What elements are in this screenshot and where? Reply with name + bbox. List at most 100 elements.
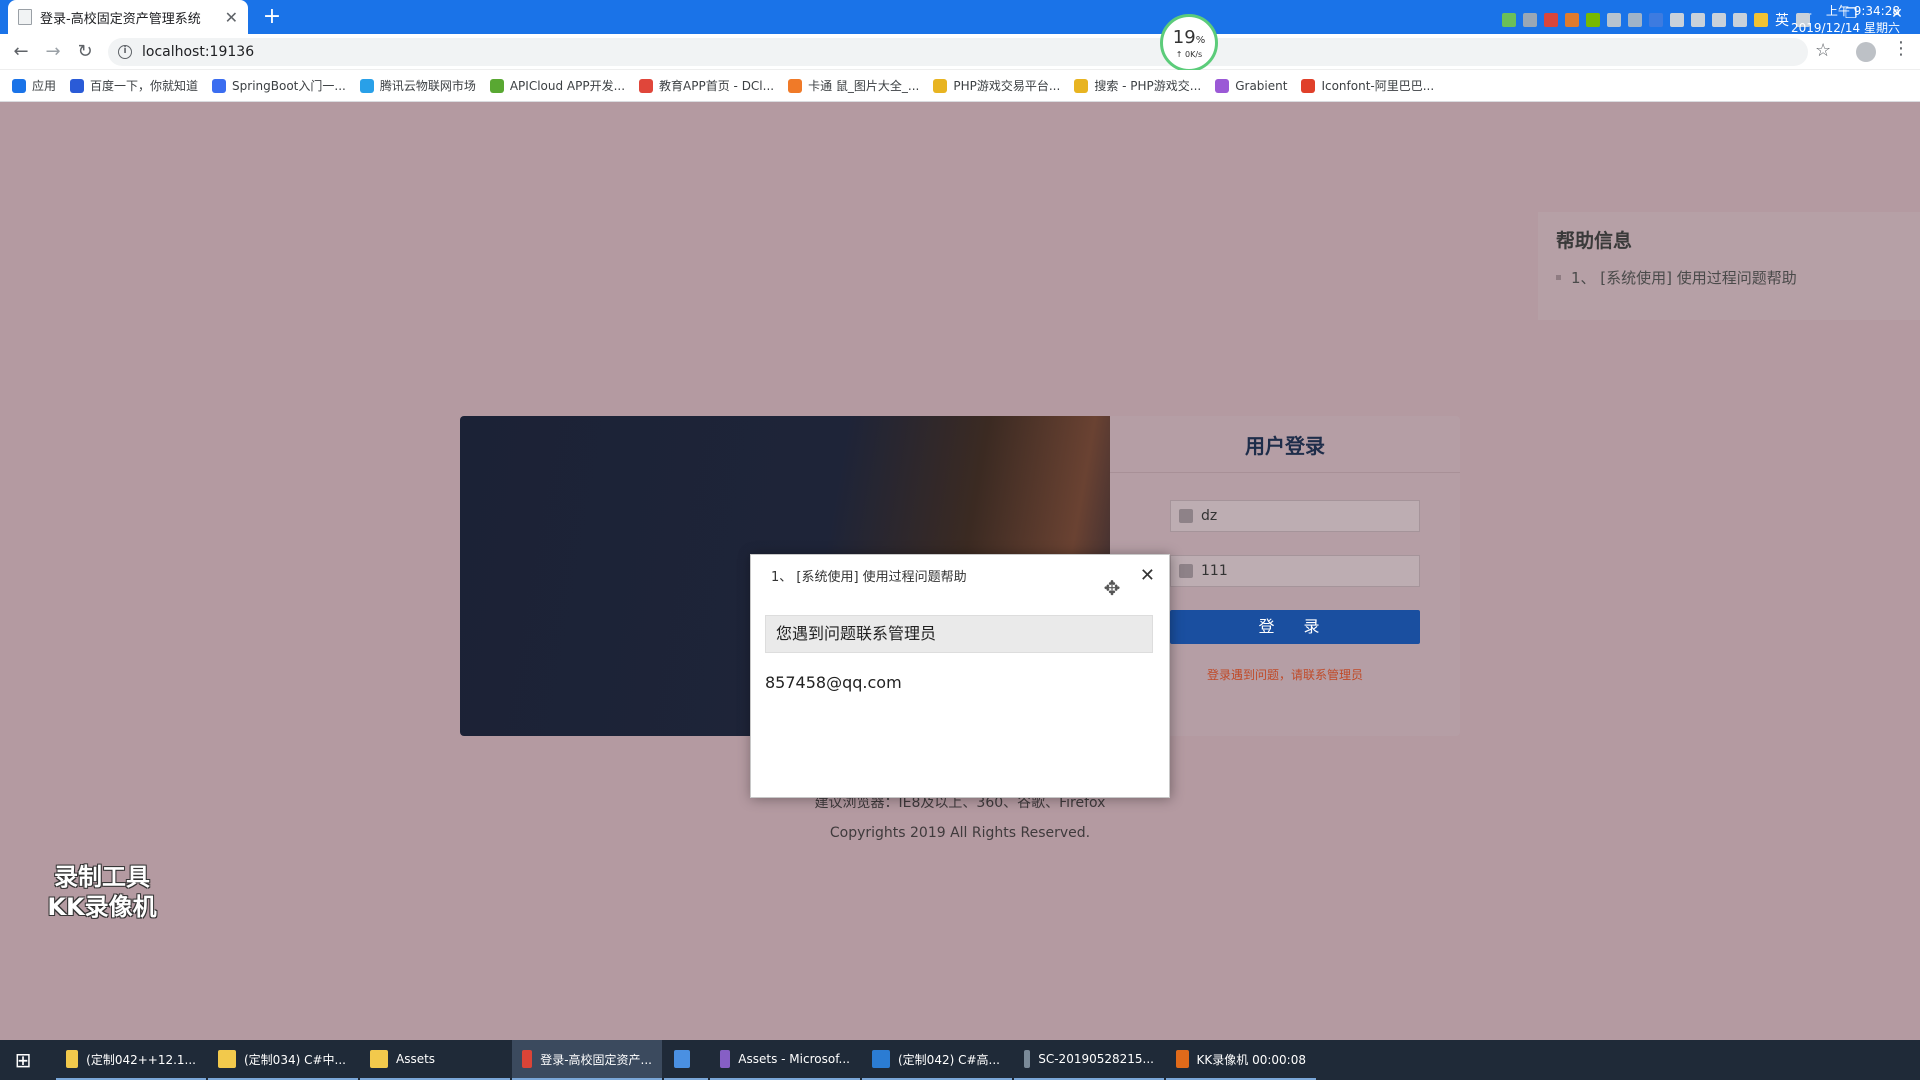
battery-icon[interactable]	[1502, 13, 1516, 27]
site-info-icon[interactable]: i	[118, 45, 132, 59]
bookmark-item[interactable]: 搜索 - PHP游戏交...	[1074, 77, 1201, 94]
bookmark-item[interactable]: Grabient	[1215, 78, 1287, 93]
taskbar-item[interactable]: SC-20190528215...	[1014, 1040, 1164, 1080]
app-icon	[720, 1050, 731, 1068]
browser-tab[interactable]: 登录-高校固定资产管理系统 ✕	[8, 0, 248, 34]
bookmark-label: 百度一下，你就知道	[90, 79, 199, 93]
taskbar-item-label: (定制034) C#中...	[244, 1052, 346, 1067]
app-icon	[1176, 1050, 1189, 1068]
taskbar-item-label: (定制042++12.1...	[86, 1052, 196, 1067]
security-icon[interactable]	[1544, 13, 1558, 27]
divider	[1110, 472, 1460, 473]
new-tab-button[interactable]: +	[258, 3, 286, 31]
help-item[interactable]: 1、 [系统使用] 使用过程问题帮助	[1556, 267, 1902, 288]
ime-icon[interactable]	[1754, 13, 1768, 27]
bookmark-item[interactable]: Iconfont-阿里巴巴...	[1301, 77, 1434, 94]
gpu-icon[interactable]	[1586, 13, 1600, 27]
taskbar-item-label: 登录-高校固定资产...	[540, 1052, 652, 1067]
taskbar-item[interactable]: Assets - Microsof...	[710, 1040, 860, 1080]
speed-percent-sign: %	[1195, 35, 1206, 46]
bluetooth-icon[interactable]	[1649, 13, 1663, 27]
dialog-email: 857458@qq.com	[765, 673, 902, 692]
user-icon	[1179, 509, 1193, 523]
network-speed-gauge: 19% ↑ 0K/s	[1160, 14, 1218, 72]
bookmark-item[interactable]: 教育APP首页 - DCl...	[639, 77, 774, 94]
speed-rate: ↑ 0K/s	[1175, 50, 1203, 59]
tab-title: 登录-高校固定资产管理系统	[40, 11, 201, 27]
recorder-watermark: 录制工具 KK录像机	[32, 862, 172, 922]
bookmark-item[interactable]: 百度一下，你就知道	[70, 77, 198, 94]
page-body: 帮助信息 1、 [系统使用] 使用过程问题帮助 用户登录 dz 111 登 录 …	[0, 102, 1920, 1040]
app-icon	[370, 1050, 388, 1068]
tab-close-icon[interactable]: ✕	[225, 8, 238, 27]
bookmark-label: APICloud APP开发...	[509, 79, 626, 93]
address-bar[interactable]: i localhost:19136	[108, 38, 1808, 66]
bookmark-item[interactable]: PHP游戏交易平台...	[933, 77, 1060, 94]
taskbar-clock[interactable]: 上午 9:34:28 2019/12/14 星期六	[1791, 3, 1900, 37]
taskbar-item[interactable]: Assets	[360, 1040, 510, 1080]
speed-percent: 19	[1172, 27, 1196, 48]
reload-icon[interactable]: ↻	[72, 39, 98, 65]
windows-start-icon[interactable]: ⊞	[0, 1040, 46, 1080]
browser-menu-icon[interactable]: ⋮	[1892, 38, 1910, 59]
url-text: localhost:19136	[142, 44, 255, 60]
taskbar-item[interactable]: KK录像机 00:00:08	[1166, 1040, 1316, 1080]
password-field[interactable]: 111	[1170, 555, 1420, 587]
login-button[interactable]: 登 录	[1170, 610, 1420, 644]
bookmark-favicon-icon	[933, 78, 948, 93]
dialog-subject: 您遇到问题联系管理员	[765, 615, 1153, 653]
taskbar-item[interactable]: 登录-高校固定资产...	[512, 1040, 662, 1080]
clock-time: 上午 9:34:28	[1825, 4, 1900, 18]
usb-icon[interactable]	[1670, 13, 1684, 27]
login-title: 用户登录	[1245, 434, 1325, 458]
bookmark-favicon-icon	[639, 78, 654, 93]
app-icon	[1024, 1050, 1031, 1068]
display-icon[interactable]	[1691, 13, 1705, 27]
help-title: 帮助信息	[1556, 230, 1633, 252]
taskbar-item[interactable]	[664, 1040, 708, 1080]
bookmark-label: 搜索 - PHP游戏交...	[1094, 79, 1202, 93]
bookmark-item[interactable]: APICloud APP开发...	[489, 77, 626, 94]
people-icon[interactable]	[1628, 13, 1642, 27]
cloud-icon[interactable]	[1607, 13, 1621, 27]
taskbar-item[interactable]: (定制034) C#中...	[208, 1040, 358, 1080]
taskbar-item[interactable]: (定制042++12.1...	[56, 1040, 206, 1080]
volume-icon[interactable]	[1733, 13, 1747, 27]
system-tray: 英	[1502, 0, 1810, 40]
app-icon	[218, 1050, 236, 1068]
help-item-label: 1、 [系统使用] 使用过程问题帮助	[1571, 269, 1797, 287]
bookmark-item[interactable]: 应用	[12, 77, 56, 94]
bookmark-label: 应用	[32, 79, 57, 93]
bookmark-item[interactable]: SpringBoot入门一...	[212, 77, 346, 94]
bookmark-favicon-icon	[489, 78, 504, 93]
bookmark-item[interactable]: 卡通 鼠_图片大全_...	[788, 77, 919, 94]
wifi-icon[interactable]	[1712, 13, 1726, 27]
dialog-close-icon[interactable]: ✕	[1140, 565, 1155, 586]
dialog-title: 1、 [系统使用] 使用过程问题帮助	[771, 569, 967, 585]
bookmark-star-icon[interactable]: ☆	[1815, 40, 1831, 61]
bookmark-item[interactable]: 腾讯云物联网市场	[359, 77, 476, 94]
help-panel: 帮助信息 1、 [系统使用] 使用过程问题帮助	[1538, 212, 1920, 320]
taskbar-item-label: SC-20190528215...	[1038, 1052, 1154, 1066]
ime-language[interactable]: 英	[1775, 10, 1789, 30]
bookmark-favicon-icon	[1301, 78, 1316, 93]
lock-icon	[1179, 564, 1193, 578]
forward-icon[interactable]: →	[40, 39, 66, 65]
move-cursor-icon: ✥	[1103, 576, 1121, 600]
network-off-icon[interactable]	[1523, 13, 1537, 27]
profile-avatar[interactable]	[1856, 42, 1876, 62]
username-field[interactable]: dz	[1170, 500, 1420, 532]
bookmark-label: SpringBoot入门一...	[232, 79, 346, 93]
bullet-icon	[1556, 275, 1561, 280]
back-icon[interactable]: ←	[8, 39, 34, 65]
bookmark-favicon-icon	[1074, 78, 1089, 93]
watermark-line2: KK录像机	[47, 893, 157, 921]
taskbar-item[interactable]: (定制042) C#高...	[862, 1040, 1012, 1080]
page-favicon-icon	[18, 9, 32, 25]
bookmark-label: PHP游戏交易平台...	[953, 79, 1061, 93]
bookmark-favicon-icon	[212, 78, 227, 93]
clock-date: 2019/12/14 星期六	[1791, 21, 1900, 35]
bookmark-favicon-icon	[788, 78, 803, 93]
username-value: dz	[1201, 508, 1218, 524]
recorder-tray-icon[interactable]	[1565, 13, 1579, 27]
